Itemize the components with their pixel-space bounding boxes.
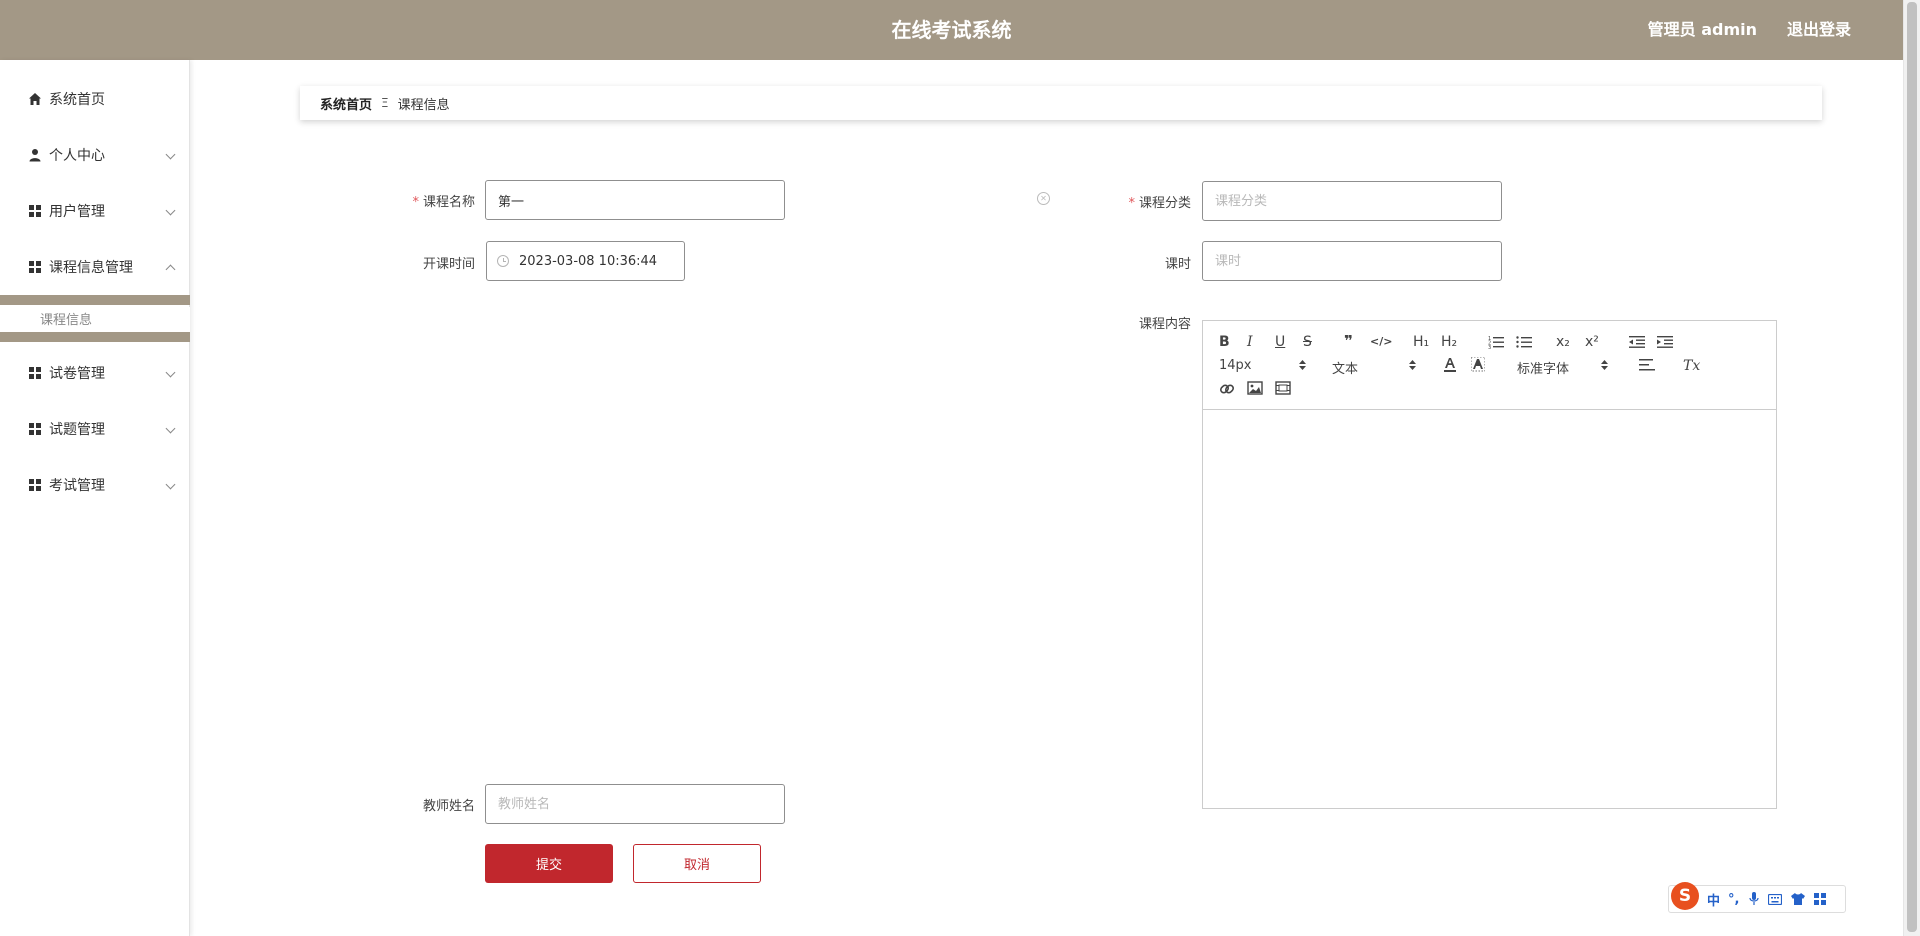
sidebar-item-course-info[interactable]: 课程信息管理 [0, 239, 190, 295]
chevron-down-icon [165, 423, 176, 434]
svg-text:3: 3 [1488, 345, 1491, 349]
ime-mode-toggle[interactable]: 中 [1707, 890, 1720, 909]
sidebar-item-users[interactable]: 用户管理 [0, 183, 190, 239]
sidebar-item-label: 用户管理 [49, 204, 105, 220]
font-family-select[interactable]: 标准字体 [1517, 358, 1569, 377]
font-color-icon[interactable] [1443, 357, 1457, 373]
bold-button[interactable]: B [1219, 333, 1230, 351]
text-style-select[interactable]: 文本 [1332, 358, 1358, 377]
chevron-down-icon [165, 367, 176, 378]
sidebar-item-home[interactable]: 系统首页 [0, 71, 190, 127]
sidebar-item-exams[interactable]: 考试管理 [0, 457, 190, 513]
top-header: 在线考试系统 管理员 admin 退出登录 [0, 0, 1903, 60]
sidebar-item-label: 试卷管理 [49, 366, 105, 382]
breadcrumb-home[interactable]: 系统首页 [320, 94, 372, 113]
microphone-icon[interactable] [1749, 892, 1760, 906]
video-icon[interactable] [1275, 381, 1291, 395]
grid-icon [29, 367, 41, 379]
current-user[interactable]: 管理员 admin [1648, 0, 1757, 60]
app-title: 在线考试系统 [891, 18, 1012, 42]
course-category-label: * 课程分类 [1128, 196, 1191, 211]
course-name-label: * 课程名称 [412, 195, 475, 210]
start-time-value: 2023-03-08 10:36:44 [519, 253, 658, 269]
content-label: 课程内容 [1138, 317, 1191, 332]
person-icon [29, 149, 41, 162]
h1-button[interactable]: H₁ [1413, 333, 1429, 351]
background-color-icon[interactable] [1471, 357, 1485, 373]
course-name-input[interactable] [485, 180, 785, 220]
sidebar-item-label: 课程信息管理 [49, 260, 133, 276]
editor-content-area[interactable] [1203, 410, 1776, 808]
ime-toolbar: S 中 °, [1668, 882, 1846, 913]
sidebar-subitem-course-info[interactable]: 课程信息 [0, 307, 190, 335]
breadcrumb: 系统首页 Ξ 课程信息 [300, 86, 1822, 120]
required-mark: * [1128, 196, 1135, 211]
start-time-picker[interactable]: 2023-03-08 10:36:44 [486, 241, 685, 281]
editor-toolbar: B I U S ❞ </> H₁ H₂ 123 x₂ x² 14px 文本 标准… [1203, 321, 1776, 410]
clock-icon [497, 255, 509, 267]
superscript-button[interactable]: x² [1585, 333, 1599, 351]
sidebar-item-personal[interactable]: 个人中心 [0, 127, 190, 183]
teacher-name-input[interactable] [485, 784, 785, 824]
sidebar-item-questions[interactable]: 试题管理 [0, 401, 190, 457]
grid-icon [29, 261, 41, 273]
breadcrumb-separator: Ξ [381, 96, 389, 110]
ime-punctuation-toggle[interactable]: °, [1728, 892, 1739, 907]
submenu-divider [0, 332, 190, 342]
link-icon[interactable] [1219, 381, 1235, 397]
sidebar-item-papers[interactable]: 试卷管理 [0, 345, 190, 401]
ordered-list-icon[interactable]: 123 [1488, 335, 1504, 349]
scrollbar-thumb[interactable] [1907, 2, 1917, 932]
start-time-label: 开课时间 [422, 257, 475, 272]
sidebar-item-label: 个人中心 [49, 148, 105, 164]
breadcrumb-current: 课程信息 [397, 97, 450, 113]
sidebar-item-label: 试题管理 [49, 422, 105, 438]
image-icon[interactable] [1247, 381, 1263, 395]
chevron-down-icon [165, 149, 176, 160]
sidebar: 系统首页 个人中心 用户管理 课程信息管理 课程信息 试卷管理 试题管理 考试管… [0, 60, 190, 936]
bullet-list-icon[interactable] [1516, 335, 1532, 349]
sidebar-item-label: 考试管理 [49, 478, 105, 494]
strike-button[interactable]: S [1303, 333, 1312, 351]
hours-input[interactable] [1202, 241, 1502, 281]
subscript-button[interactable]: x₂ [1556, 333, 1570, 351]
clear-icon[interactable]: ✕ [1037, 192, 1050, 205]
submenu-divider [0, 295, 190, 305]
hours-label: 课时 [1164, 257, 1191, 272]
skin-shirt-icon[interactable] [1791, 893, 1806, 905]
grid-icon [29, 205, 41, 217]
code-button[interactable]: </> [1370, 333, 1392, 351]
h2-button[interactable]: H₂ [1441, 333, 1457, 351]
quote-button[interactable]: ❞ [1344, 332, 1353, 350]
outdent-icon[interactable] [1629, 335, 1645, 349]
underline-button[interactable]: U [1275, 333, 1285, 351]
indent-icon[interactable] [1657, 335, 1673, 349]
page-scrollbar[interactable] [1903, 0, 1920, 936]
teacher-name-label: 教师姓名 [422, 799, 475, 814]
chevron-up-icon [165, 264, 176, 275]
ime-logo-icon[interactable]: S [1671, 882, 1699, 910]
select-arrows-icon [1601, 360, 1608, 370]
grid-icon [29, 479, 41, 491]
keyboard-icon[interactable] [1768, 893, 1783, 905]
font-size-select[interactable]: 14px [1219, 358, 1252, 373]
home-icon [29, 93, 41, 105]
chevron-down-icon [165, 479, 176, 490]
toolbox-grid-icon[interactable] [1814, 893, 1827, 905]
align-icon[interactable] [1639, 359, 1655, 372]
clear-format-button[interactable]: Tx [1683, 357, 1700, 375]
grid-icon [29, 423, 41, 435]
select-arrows-icon [1299, 360, 1306, 370]
submit-button[interactable]: 提交 [485, 844, 613, 883]
course-category-input[interactable] [1202, 181, 1502, 221]
rich-text-editor: B I U S ❞ </> H₁ H₂ 123 x₂ x² 14px 文本 标准… [1202, 320, 1777, 809]
chevron-down-icon [165, 205, 176, 216]
cancel-button[interactable]: 取消 [633, 844, 761, 883]
italic-button[interactable]: I [1247, 333, 1253, 351]
select-arrows-icon [1409, 360, 1416, 370]
logout-link[interactable]: 退出登录 [1787, 0, 1851, 60]
sidebar-item-label: 系统首页 [49, 92, 105, 108]
required-mark: * [412, 195, 419, 210]
